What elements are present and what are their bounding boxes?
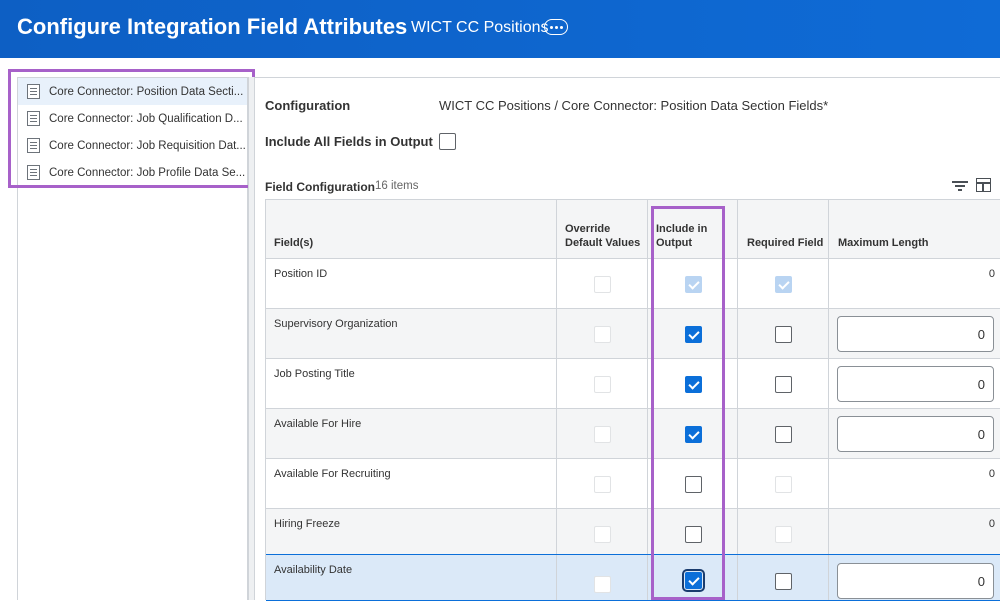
section-title: Field Configuration — [265, 180, 375, 194]
include-checkbox[interactable] — [685, 476, 702, 493]
required-checkbox[interactable] — [775, 426, 792, 443]
column-header-fields[interactable]: Field(s) — [266, 200, 557, 259]
column-header-include[interactable]: Include in Output — [648, 200, 738, 259]
document-icon — [27, 138, 40, 153]
sidebar-item-label: Core Connector: Job Qualification D... — [49, 112, 243, 125]
override-checkbox — [594, 276, 611, 293]
required-checkbox[interactable] — [775, 326, 792, 343]
filter-icon[interactable] — [952, 180, 968, 192]
field-name: Job Posting Title — [274, 368, 355, 380]
override-checkbox — [594, 576, 611, 593]
field-name: Available For Hire — [274, 418, 362, 430]
max-length-value: 0 — [988, 518, 995, 530]
override-checkbox — [594, 426, 611, 443]
table-row: Job Posting Title 0 — [266, 359, 1000, 409]
include-checkbox[interactable] — [685, 326, 702, 343]
columns-icon[interactable] — [976, 178, 991, 192]
table-row: Position ID 0 — [266, 259, 1000, 309]
include-checkbox[interactable] — [682, 569, 705, 592]
field-configuration-table: Field(s) Override Default Values Include … — [265, 199, 1000, 601]
column-header-override[interactable]: Override Default Values — [557, 200, 648, 259]
required-checkbox — [775, 476, 792, 493]
sidebar-item-position-data[interactable]: Core Connector: Position Data Secti... — [18, 78, 247, 105]
include-checkbox[interactable] — [685, 526, 702, 543]
include-checkbox[interactable] — [685, 426, 702, 443]
table-row: Hiring Freeze 0 — [266, 509, 1000, 559]
include-all-label: Include All Fields in Output — [265, 134, 433, 149]
max-length-value: 0 — [988, 268, 995, 280]
sidebar-item-job-profile[interactable]: Core Connector: Job Profile Data Se... — [18, 159, 247, 186]
required-checkbox — [775, 526, 792, 543]
field-name: Available For Recruiting — [274, 468, 391, 480]
column-header-required[interactable]: Required Field — [738, 200, 829, 259]
required-checkbox — [775, 276, 792, 293]
sidebar-item-label: Core Connector: Job Profile Data Se... — [49, 166, 246, 179]
sidebar-item-label: Core Connector: Position Data Secti... — [49, 85, 244, 98]
override-checkbox — [594, 526, 611, 543]
table-row-selected: Availability Date 0 — [266, 554, 1000, 601]
document-icon — [27, 84, 40, 99]
document-icon — [27, 165, 40, 180]
table-row: Available For Hire 0 — [266, 409, 1000, 459]
ellipsis-icon[interactable] — [544, 19, 568, 35]
required-checkbox[interactable] — [775, 376, 792, 393]
field-name: Position ID — [274, 268, 328, 280]
divider — [255, 77, 1000, 78]
field-name: Hiring Freeze — [274, 518, 341, 530]
sidebar-item-job-qualification[interactable]: Core Connector: Job Qualification D... — [18, 105, 247, 132]
panel-splitter[interactable] — [248, 77, 255, 600]
field-name: Availability Date — [274, 564, 353, 576]
max-length-value: 0 — [988, 468, 995, 480]
configuration-label: Configuration — [265, 98, 351, 113]
page-subtitle: WICT CC Positions — [411, 19, 549, 36]
configuration-value: WICT CC Positions / Core Connector: Posi… — [439, 98, 829, 113]
max-length-input[interactable]: 0 — [837, 416, 994, 452]
override-checkbox — [594, 376, 611, 393]
page-title: Configure Integration Field Attributes — [17, 14, 408, 39]
document-icon — [27, 111, 40, 126]
include-checkbox — [685, 276, 702, 293]
table-row: Supervisory Organization 0 — [266, 309, 1000, 359]
required-checkbox[interactable] — [775, 573, 792, 590]
field-name: Supervisory Organization — [274, 318, 398, 330]
item-count: 16 items — [375, 180, 419, 192]
max-length-input[interactable]: 0 — [837, 366, 994, 402]
include-checkbox[interactable] — [685, 376, 702, 393]
table-row: Available For Recruiting 0 — [266, 459, 1000, 509]
page-header: Configure Integration Field Attributes W… — [0, 0, 1000, 58]
override-checkbox — [594, 476, 611, 493]
sidebar: Core Connector: Position Data Secti... C… — [17, 77, 248, 600]
max-length-input[interactable]: 0 — [837, 316, 994, 352]
sidebar-item-label: Core Connector: Job Requisition Dat... — [49, 139, 246, 152]
sidebar-item-job-requisition[interactable]: Core Connector: Job Requisition Dat... — [18, 132, 247, 159]
include-all-checkbox[interactable] — [439, 133, 456, 150]
override-checkbox — [594, 326, 611, 343]
column-header-maxlen[interactable]: Maximum Length — [829, 200, 1000, 259]
max-length-input[interactable]: 0 — [837, 563, 994, 599]
